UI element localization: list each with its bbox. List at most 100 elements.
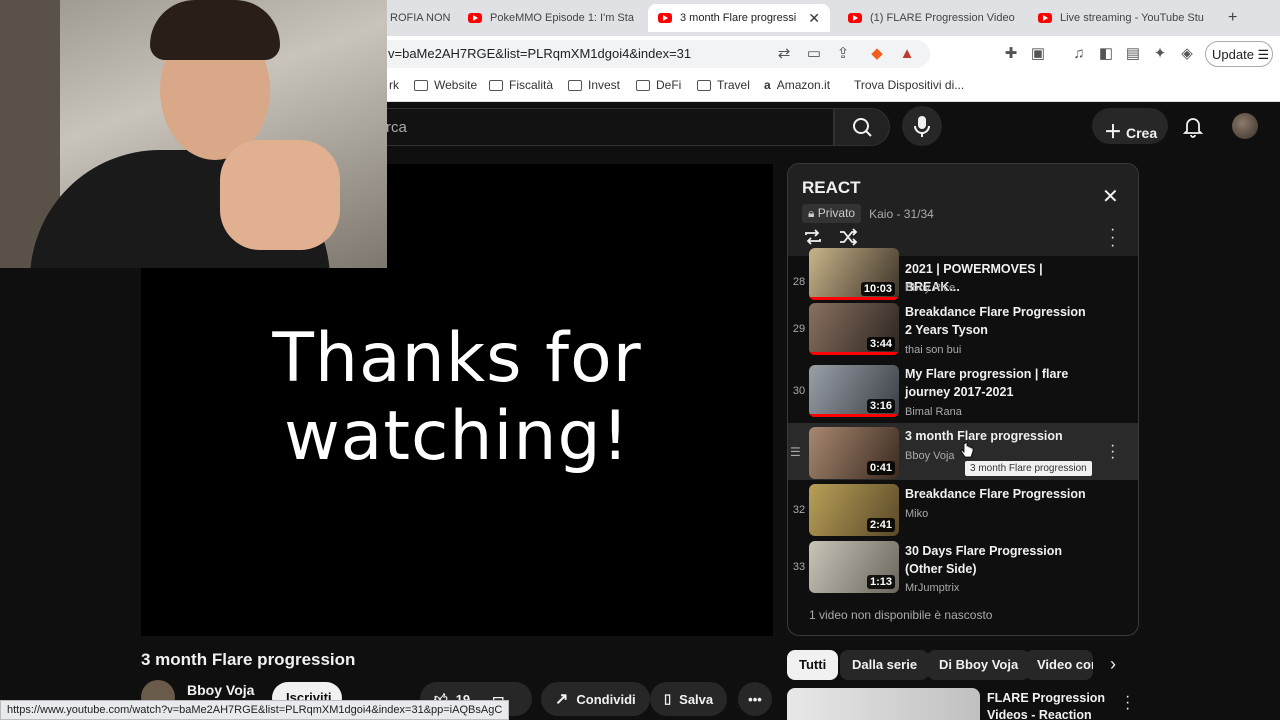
playlist-item[interactable]: 32 2:41 Breakdance Flare Progression Mik… xyxy=(788,484,1138,544)
item-number: 28 xyxy=(792,276,806,288)
playlist-title[interactable]: REACT xyxy=(802,178,861,198)
tab-3-active[interactable]: 3 month Flare progressic ✕ xyxy=(648,4,830,32)
update-label: Update xyxy=(1212,47,1254,62)
item-title: Breakdance Flare Progression xyxy=(905,487,1086,501)
notifications-bell-icon[interactable] xyxy=(1181,114,1205,138)
item-number: 29 xyxy=(792,323,806,335)
bookmark-find-devices[interactable]: Trova Dispositivi di... xyxy=(848,78,964,92)
recommendation-item[interactable]: FLARE Progression Videos - Reaction · · · xyxy=(787,688,1137,720)
leo-ai-icon[interactable]: ✦ xyxy=(1150,44,1170,64)
music-icon[interactable]: ♫ xyxy=(1069,44,1089,64)
item-channel: MrJumptrix xyxy=(905,582,960,594)
item-duration: 1:13 xyxy=(866,575,895,589)
item-duration: 3:44 xyxy=(866,337,895,351)
bookmark-label: Invest xyxy=(588,78,621,92)
chip-all[interactable]: Tutti xyxy=(787,650,839,680)
account-avatar[interactable] xyxy=(1232,113,1258,139)
loop-icon[interactable] xyxy=(802,226,824,248)
recommendation-title: FLARE Progression Videos - Reaction xyxy=(987,690,1105,720)
share-button[interactable]: ↗ Condividi xyxy=(541,682,650,716)
item-duration: 3:16 xyxy=(866,399,895,413)
tab-1[interactable]: ROFIA NON xyxy=(380,4,460,32)
menu-icon: ☰ xyxy=(1257,47,1270,62)
item-title: 30 Days Flare Progression (Other Side) xyxy=(905,544,1063,576)
youtube-favicon-icon xyxy=(1038,13,1052,23)
folder-icon xyxy=(697,79,711,91)
youtube-favicon-icon xyxy=(658,13,672,23)
bookmark-amazon[interactable]: a Amazon.it xyxy=(764,78,830,92)
shuffle-icon[interactable] xyxy=(837,226,859,248)
item-channel: Bimal Rana xyxy=(905,406,962,418)
item-thumbnail: 2:41 xyxy=(809,484,899,536)
vpn-icon[interactable]: ◈ xyxy=(1177,44,1197,64)
microphone-icon xyxy=(914,116,930,137)
recommendation-more-icon[interactable]: · · · xyxy=(1125,689,1130,717)
youtube-favicon-icon xyxy=(848,13,862,23)
reader-icon[interactable]: ▣ xyxy=(1028,44,1048,64)
bookmark-folder-travel[interactable]: Travel xyxy=(697,78,750,92)
item-duration: 10:03 xyxy=(860,282,895,296)
save-button[interactable]: ▯ Salva xyxy=(650,682,728,716)
item-duration: 2:41 xyxy=(866,518,895,532)
bookmark-item[interactable]: rk xyxy=(389,78,399,92)
drag-handle-icon[interactable]: ☰ xyxy=(790,445,801,459)
chip-from-series[interactable]: Dalla serie xyxy=(840,650,930,680)
recommendation-thumbnail xyxy=(787,688,980,720)
playlist-meta: 🔒︎ Privato Kaio - 31/34 xyxy=(802,204,934,223)
playlist-item[interactable]: 30 3:16 My Flare progression | flare jou… xyxy=(788,365,1138,425)
update-button[interactable]: Update ☰ xyxy=(1205,41,1273,67)
playlist-position: Kaio - 31/34 xyxy=(869,206,934,221)
brave-rewards-icon[interactable]: ▲ xyxy=(897,44,917,64)
share-icon[interactable]: ⇪ xyxy=(833,44,853,64)
item-channel: Bboy Rice xyxy=(905,282,956,294)
bookmark-folder-website[interactable]: Website xyxy=(414,78,477,92)
more-actions-button[interactable]: ••• xyxy=(738,682,772,716)
amazon-icon: a xyxy=(764,78,771,92)
playlist-item[interactable]: 33 1:13 30 Days Flare Progression (Other… xyxy=(788,541,1138,601)
new-tab-button[interactable]: + xyxy=(1218,4,1244,32)
sidebar-icon[interactable]: ◧ xyxy=(1096,44,1116,64)
bookmark-folder-fiscalita[interactable]: Fiscalità xyxy=(489,78,553,92)
brave-shield-icon[interactable]: ◆ xyxy=(867,44,887,64)
voice-search-button[interactable] xyxy=(902,106,942,146)
item-number: 32 xyxy=(792,504,806,516)
end-screen-line-1: Thanks for xyxy=(272,319,642,398)
item-channel: Bboy Voja xyxy=(905,450,955,462)
wallet-icon[interactable]: ▤ xyxy=(1123,44,1143,64)
tab-4[interactable]: (1) FLARE Progression Video xyxy=(838,4,1020,32)
more-horizontal-icon: ••• xyxy=(748,691,762,707)
playlist-panel: REACT 🔒︎ Privato Kaio - 31/34 ✕ · · · 28 10… xyxy=(787,163,1139,636)
extensions-icon[interactable]: ✚ xyxy=(1001,44,1021,64)
tab-5[interactable]: Live streaming - YouTube Stu xyxy=(1028,4,1208,32)
recommendation-title-line-1: FLARE Progression xyxy=(987,691,1106,705)
item-thumbnail: 0:41 xyxy=(809,427,899,479)
bookmark-folder-defi[interactable]: DeFi xyxy=(636,78,681,92)
folder-icon xyxy=(636,79,650,91)
item-title: Breakdance Flare Progression 2 Years Tys… xyxy=(905,305,1086,337)
chip-from-channel[interactable]: Di Bboy Voja xyxy=(927,650,1031,680)
bookmark-label: Fiscalità xyxy=(509,78,554,92)
tab-2[interactable]: PokeMMO Episode 1: I'm Sta xyxy=(458,4,638,32)
close-playlist-icon[interactable]: ✕ xyxy=(1102,184,1119,209)
playlist-item[interactable]: 29 3:44 Breakdance Flare Progression 2 Y… xyxy=(788,303,1138,363)
item-more-icon[interactable]: · · · xyxy=(1110,438,1115,466)
playlist-more-icon[interactable]: · · · xyxy=(1110,222,1115,254)
item-number: 30 xyxy=(792,385,806,397)
webcam-overlay xyxy=(0,0,387,268)
status-bar-url: https://www.youtube.com/watch?v=baMe2AH7… xyxy=(0,700,510,720)
folder-icon xyxy=(568,79,582,91)
chevron-right-icon[interactable]: › xyxy=(1110,654,1116,675)
translate-icon[interactable]: ⇄ xyxy=(774,44,794,64)
channel-name[interactable]: Bboy Voja xyxy=(187,682,254,698)
bookmark-folder-invest[interactable]: Invest xyxy=(568,78,620,92)
cast-icon[interactable]: ▭ xyxy=(804,44,824,64)
save-label: Salva xyxy=(679,691,714,707)
search-button[interactable] xyxy=(834,108,890,146)
bookmark-label: Travel xyxy=(717,78,750,92)
chip-related[interactable]: Video cor xyxy=(1025,650,1093,680)
close-tab-icon[interactable]: ✕ xyxy=(808,10,820,27)
item-title: 3 month Flare progression xyxy=(905,429,1063,443)
item-duration: 0:41 xyxy=(866,461,895,475)
hidden-videos-note: 1 video non disponibile è nascosto xyxy=(809,608,993,622)
create-button[interactable]: ＋ Crea xyxy=(1092,108,1168,144)
